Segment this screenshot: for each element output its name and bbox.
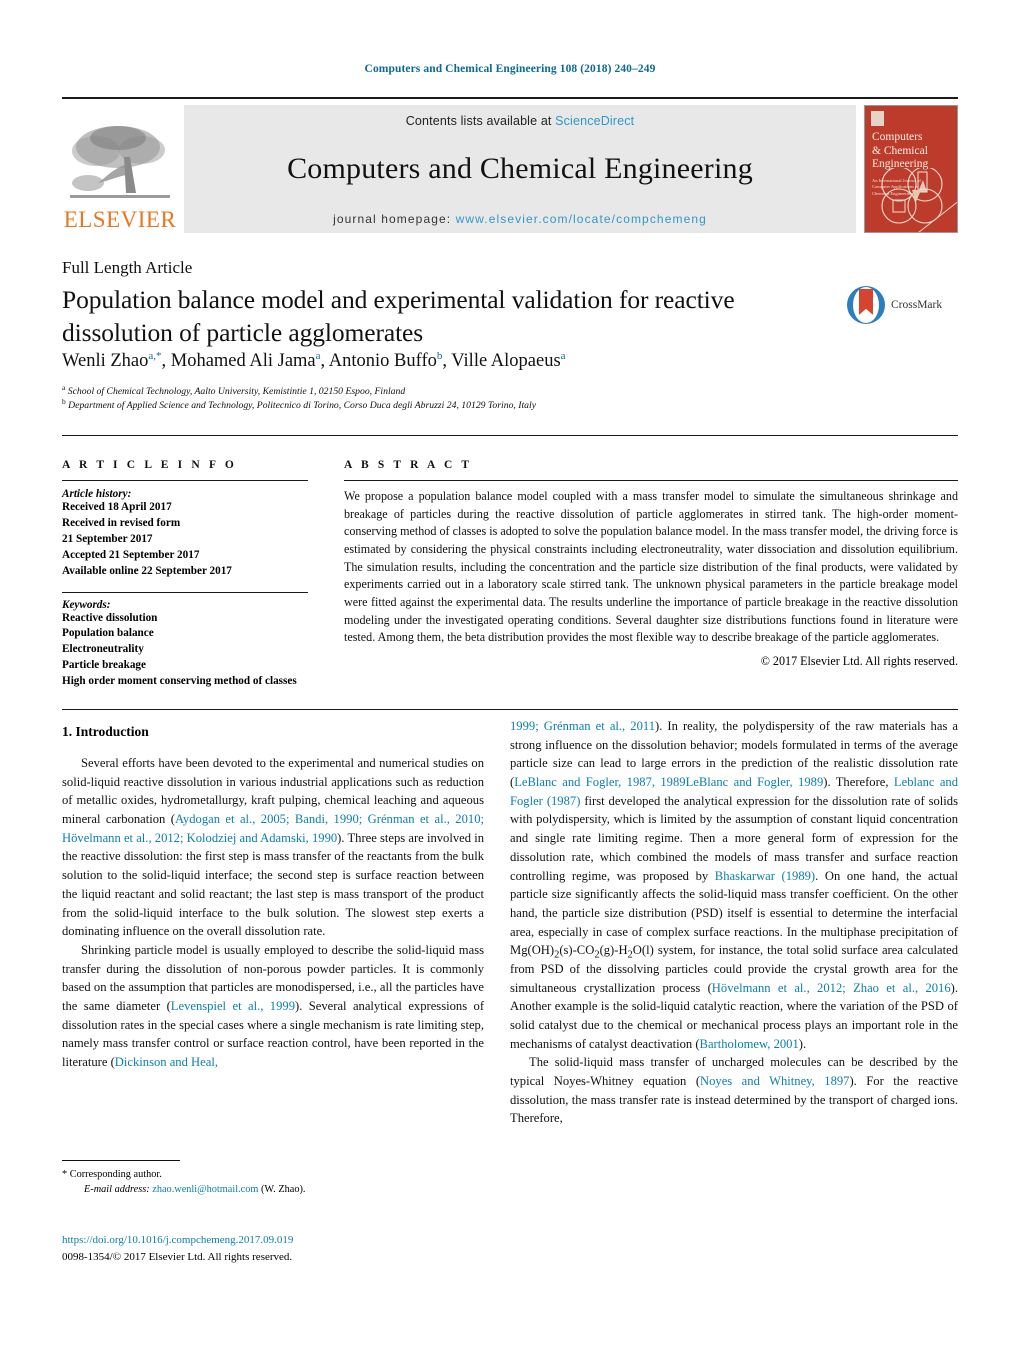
history-item: Available online 22 September 2017 bbox=[62, 564, 232, 577]
abstract-text: We propose a population balance model co… bbox=[344, 489, 958, 645]
journal-cover-thumbnail[interactable]: Computers & Chemical Engineering An Inte… bbox=[864, 105, 958, 233]
paragraph: Shrinking particle model is usually empl… bbox=[62, 942, 485, 1069]
article-history-label: Article history: bbox=[62, 488, 132, 500]
affiliation-marker-b: b bbox=[62, 396, 66, 406]
abstract-copyright: © 2017 Elsevier Ltd. All rights reserved… bbox=[760, 653, 958, 668]
journal-masthead: ELSEVIER Contents lists available at Sci… bbox=[62, 97, 958, 233]
cover-title-line-2: & Chemical bbox=[872, 144, 928, 157]
article-info-column: A R T I C L E I N F O Article history: R… bbox=[62, 459, 308, 690]
paragraph: Several efforts have been devoted to the… bbox=[62, 756, 484, 939]
elsevier-tree-icon bbox=[70, 126, 170, 198]
abstract-column: A B S T R A C T We propose a population … bbox=[344, 459, 958, 669]
issn-copyright-line: 0098-1354/© 2017 Elsevier Ltd. All right… bbox=[62, 1250, 293, 1263]
affiliation-list: a School of Chemical Technology, Aalto U… bbox=[62, 382, 862, 413]
section-heading-introduction: 1. Introduction bbox=[62, 724, 149, 739]
corresponding-marker: * bbox=[62, 1169, 68, 1180]
keywords-label: Keywords: bbox=[62, 598, 111, 611]
doi-block: https://doi.org/10.1016/j.compchemeng.20… bbox=[62, 1232, 492, 1265]
keyword-item: Population balance bbox=[62, 627, 154, 640]
body-column-right: 1999; Grénman et al., 2011). In reality,… bbox=[510, 717, 958, 1128]
article-history-list: Received 18 April 2017 Received in revis… bbox=[62, 500, 308, 580]
paragraph: The solid-liquid mass transfer of unchar… bbox=[510, 1055, 958, 1126]
history-item: Received 18 April 2017 bbox=[62, 501, 172, 513]
affiliation-a: a School of Chemical Technology, Aalto U… bbox=[62, 382, 862, 399]
article-info-rule bbox=[62, 480, 308, 481]
elsevier-logo: ELSEVIER bbox=[62, 105, 178, 233]
body-column-left: 1. Introduction Several efforts have bee… bbox=[62, 724, 484, 1072]
keyword-item: Reactive dissolution bbox=[62, 611, 158, 624]
journal-band: Contents lists available at ScienceDirec… bbox=[184, 105, 856, 233]
contents-list-line: Contents lists available at ScienceDirec… bbox=[406, 114, 634, 128]
email-link[interactable]: zhao.wenli@hotmail.com bbox=[152, 1184, 258, 1195]
article-info-heading: A R T I C L E I N F O bbox=[62, 459, 237, 471]
journal-homepage-line: journal homepage: www.elsevier.com/locat… bbox=[333, 212, 707, 226]
info-band-top-rule bbox=[62, 435, 958, 436]
keywords-block: Keywords: Reactive dissolution Populatio… bbox=[62, 591, 308, 691]
running-head: Computers and Chemical Engineering 108 (… bbox=[364, 63, 656, 75]
doi-link[interactable]: https://doi.org/10.1016/j.compchemeng.20… bbox=[62, 1232, 492, 1249]
email-label: E-mail address: bbox=[84, 1184, 150, 1196]
affiliation-marker-a: a bbox=[62, 382, 66, 392]
history-item: Received in revised form bbox=[62, 516, 181, 529]
abstract-rule bbox=[344, 480, 958, 481]
paper-page: Computers and Chemical Engineering 108 (… bbox=[0, 0, 1020, 1351]
crossmark-label: CrossMark bbox=[891, 299, 943, 311]
elsevier-wordmark: ELSEVIER bbox=[63, 207, 177, 232]
journal-homepage-link[interactable]: www.elsevier.com/locate/compchemeng bbox=[456, 212, 707, 226]
homepage-prefix: journal homepage: bbox=[333, 212, 456, 226]
keyword-item: Particle breakage bbox=[62, 659, 146, 672]
affiliation-text-a: School of Chemical Technology, Aalto Uni… bbox=[67, 386, 406, 397]
email-note: E-mail address: zhao.wenli@hotmail.com (… bbox=[62, 1182, 484, 1197]
email-owner: (W. Zhao). bbox=[260, 1184, 306, 1196]
footnote-block: * Corresponding author. E-mail address: … bbox=[62, 1160, 484, 1198]
contents-prefix: Contents lists available at bbox=[405, 114, 556, 128]
info-band-bottom-rule bbox=[62, 709, 958, 710]
journal-title: Computers and Chemical Engineering bbox=[287, 152, 753, 185]
title-block: Population balance model and experimenta… bbox=[62, 283, 822, 349]
keyword-item: High order moment conserving method of c… bbox=[62, 675, 297, 688]
abstract-heading: A B S T R A C T bbox=[344, 459, 473, 471]
page-title: Population balance model and experimenta… bbox=[62, 285, 735, 348]
author-list: Wenli Zhaoa,*, Mohamed Ali Jamaa, Antoni… bbox=[62, 349, 566, 371]
history-item: 21 September 2017 bbox=[62, 532, 153, 545]
crossmark-icon bbox=[847, 286, 885, 324]
cover-title: Computers & Chemical Engineering bbox=[872, 131, 928, 172]
cover-publisher-mark bbox=[871, 111, 884, 126]
sciencedirect-link[interactable]: ScienceDirect bbox=[555, 114, 634, 128]
history-item: Accepted 21 September 2017 bbox=[62, 548, 200, 561]
affiliation-b: b Department of Applied Science and Tech… bbox=[62, 396, 862, 413]
keyword-item: Electroneutrality bbox=[62, 643, 144, 656]
affiliation-text-b: Department of Applied Science and Techno… bbox=[68, 400, 537, 412]
paragraph: 1999; Grénman et al., 2011). In reality,… bbox=[510, 719, 959, 1051]
corresponding-author-note: * Corresponding author. bbox=[62, 1167, 484, 1182]
keywords-list: Reactive dissolution Population balance … bbox=[62, 611, 308, 691]
keywords-rule bbox=[62, 591, 308, 593]
footnote-rule bbox=[62, 1160, 180, 1161]
cover-title-line-1: Computers bbox=[872, 131, 923, 143]
corresponding-text: Corresponding author. bbox=[69, 1169, 162, 1180]
cover-artwork-icon bbox=[881, 168, 943, 224]
cover-background: Computers & Chemical Engineering An Inte… bbox=[865, 106, 957, 232]
article-type-label: Full Length Article bbox=[62, 258, 193, 277]
crossmark-badge[interactable]: CrossMark bbox=[846, 283, 952, 327]
